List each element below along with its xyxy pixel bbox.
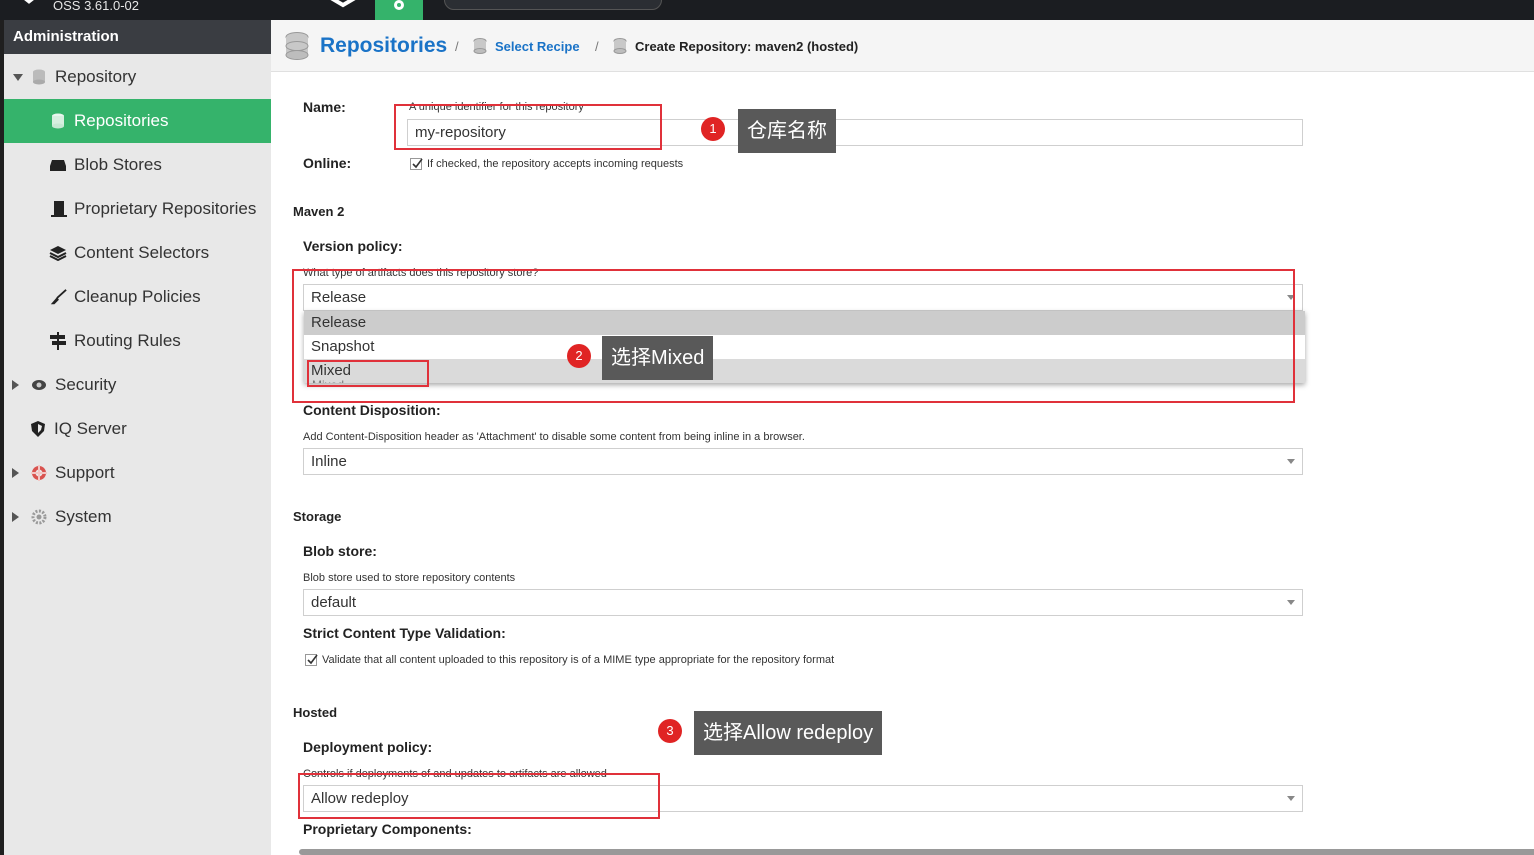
sidebar-item-repositories[interactable]: Repositories (4, 99, 271, 143)
check-icon (412, 158, 423, 169)
sidebar-item-label: IQ Server (54, 419, 127, 438)
annotation-badge-1: 1 (701, 117, 725, 141)
sidebar-item-support[interactable]: Support (4, 451, 271, 495)
content-disposition-help: Add Content-Disposition header as 'Attac… (303, 431, 805, 443)
sidebar-item-label: Routing Rules (74, 331, 181, 350)
strict-validation-checkbox[interactable] (305, 654, 318, 666)
search-input[interactable] (444, 0, 662, 10)
sidebar-item-label: Security (55, 375, 117, 394)
sidebar-item-label: Support (55, 463, 115, 482)
sidebar-item-label: Repository (55, 67, 137, 86)
sidebar-item-repository[interactable]: Repository (4, 55, 271, 99)
sidebar-item-security[interactable]: Security (4, 363, 271, 407)
breadcrumb-select-recipe[interactable]: Select Recipe (495, 20, 580, 72)
annotation-badge-3: 3 (658, 719, 682, 743)
annotation-box-mixed (307, 360, 429, 387)
sidebar: Administration Repository Repositories B… (0, 20, 271, 855)
chevron-right-icon[interactable] (12, 468, 19, 478)
horizontal-scrollbar[interactable] (299, 849, 1534, 855)
annotation-box-deployment (298, 773, 660, 819)
page-title[interactable]: Repositories (320, 20, 447, 72)
breadcrumb: Repositories / Select Recipe / Create Re… (271, 20, 1534, 72)
gear-icon (30, 508, 48, 526)
annotation-callout-1: 仓库名称 (738, 109, 836, 153)
content-disposition-select[interactable]: Inline (303, 448, 1303, 475)
version-policy-label: Version policy: (303, 238, 403, 254)
sidebar-item-cleanup-policies[interactable]: Cleanup Policies (4, 275, 271, 319)
deployment-policy-label: Deployment policy: (303, 739, 433, 755)
sidebar-item-blob-stores[interactable]: Blob Stores (4, 143, 271, 187)
check-icon (307, 654, 318, 665)
chevron-right-icon[interactable] (12, 512, 19, 522)
chevron-down-icon[interactable] (1287, 796, 1295, 801)
app-version: OSS 3.61.0-02 (53, 0, 139, 13)
sidebar-item-routing-rules[interactable]: Routing Rules (4, 319, 271, 363)
database-icon (613, 20, 627, 72)
strict-validation-help: Validate that all content uploaded to th… (322, 654, 835, 666)
signpost-icon (49, 332, 67, 350)
sidebar-item-label: Proprietary Repositories (74, 199, 257, 218)
chevron-right-icon[interactable] (12, 380, 19, 390)
strict-validation-label: Strict Content Type Validation: (303, 625, 506, 641)
sidebar-item-label: System (55, 507, 112, 526)
iq-shield-icon (29, 420, 47, 438)
chevron-down-icon[interactable] (1287, 459, 1295, 464)
blob-store-select[interactable]: default (303, 589, 1303, 616)
chevron-down-icon[interactable] (13, 74, 23, 81)
broom-icon (49, 288, 67, 306)
sidebar-item-label: Blob Stores (74, 155, 162, 174)
blob-store-label: Blob store: (303, 543, 377, 559)
admin-mode-button[interactable] (375, 0, 423, 20)
breadcrumb-current: Create Repository: maven2 (hosted) (635, 38, 859, 54)
section-maven2: Maven 2 (293, 204, 345, 219)
annotation-callout-2: 选择Mixed (602, 336, 714, 380)
top-bar: OSS 3.61.0-02 (0, 0, 1534, 20)
section-hosted: Hosted (293, 705, 338, 720)
lifebuoy-icon (30, 464, 48, 482)
content-disposition-label: Content Disposition: (303, 402, 441, 418)
sidebar-item-label: Content Selectors (74, 243, 210, 262)
gear-icon (394, 0, 404, 10)
sonatype-logo-icon (24, 0, 34, 4)
sidebar-item-label: Cleanup Policies (74, 287, 201, 306)
sidebar-item-proprietary-repositories[interactable]: Proprietary Repositories (4, 187, 271, 231)
sidebar-item-system[interactable]: System (4, 495, 271, 539)
sidebar-item-iq-server[interactable]: IQ Server (4, 407, 271, 451)
online-checkbox[interactable] (410, 158, 423, 170)
main-content: Repositories / Select Recipe / Create Re… (271, 20, 1534, 855)
name-label: Name: (303, 99, 346, 115)
annotation-callout-3: 选择Allow redeploy (694, 711, 883, 755)
hard-drive-icon (49, 156, 67, 174)
section-storage: Storage (293, 509, 342, 524)
database-icon (473, 20, 487, 72)
database-icon (30, 68, 48, 86)
breadcrumb-separator: / (455, 38, 459, 54)
door-icon (50, 200, 68, 218)
layers-icon (49, 244, 67, 262)
sidebar-item-label: Repositories (74, 111, 169, 130)
proprietary-components-label: Proprietary Components: (303, 821, 472, 837)
sidebar-header: Administration (4, 20, 271, 54)
sidebar-item-content-selectors[interactable]: Content Selectors (4, 231, 271, 275)
browse-cube-icon[interactable] (326, 0, 360, 12)
breadcrumb-separator: / (595, 38, 599, 54)
annotation-badge-2: 2 (567, 344, 591, 368)
chevron-down-icon[interactable] (1287, 600, 1295, 605)
shield-icon (30, 376, 48, 394)
online-label: Online: (303, 155, 352, 171)
blob-store-help: Blob store used to store repository cont… (303, 572, 516, 584)
online-help: If checked, the repository accepts incom… (427, 158, 684, 170)
annotation-box-version-policy (292, 269, 1295, 403)
database-icon (49, 112, 67, 130)
breadcrumb-root-icon (284, 20, 310, 72)
annotation-box-name (394, 104, 662, 150)
